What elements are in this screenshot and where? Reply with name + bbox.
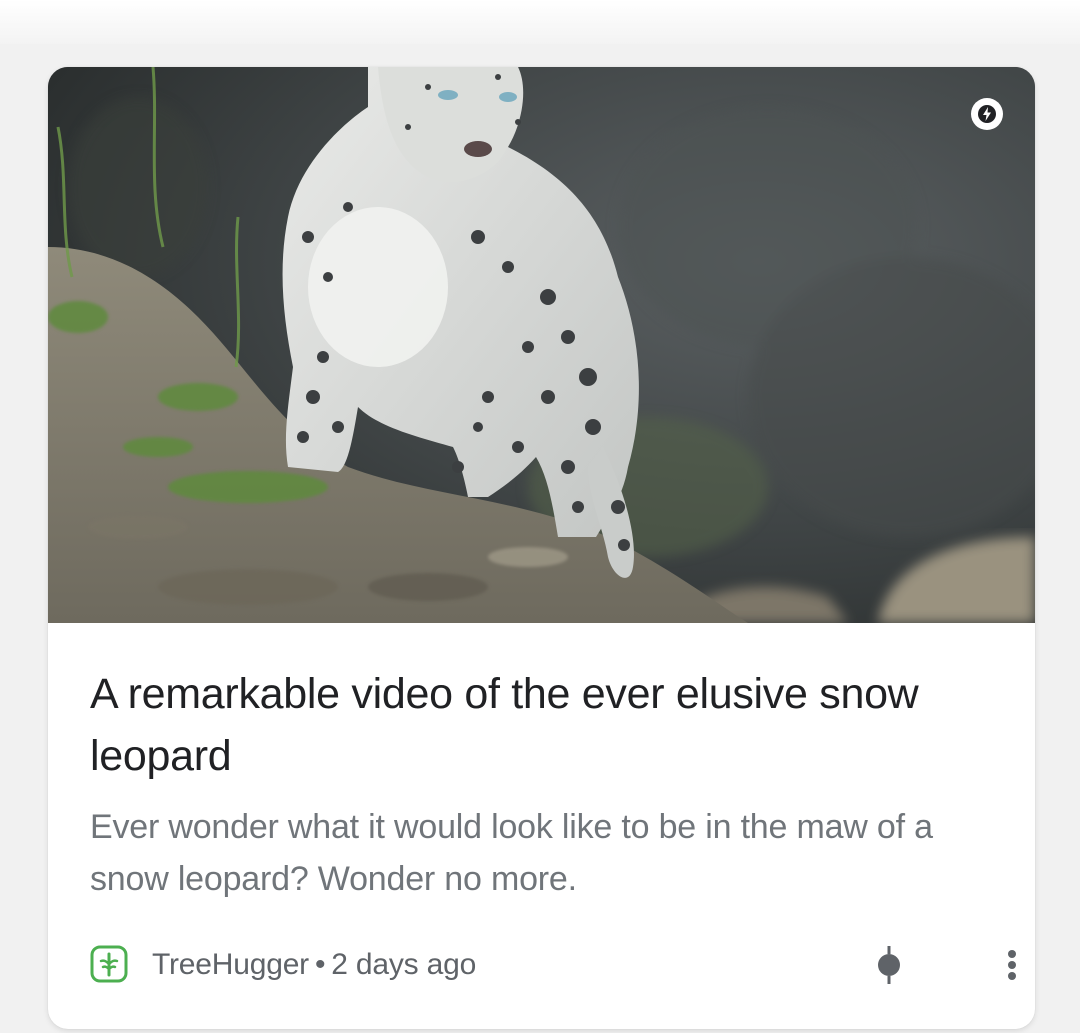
top-background [0,0,1080,44]
article-snippet: Ever wonder what it would look like to b… [90,808,933,898]
publish-time: 2 days ago [331,948,477,981]
lightning-bolt-icon [971,98,1003,130]
article-image[interactable] [48,67,1035,623]
treehugger-logo-icon [90,945,128,983]
pin-icon [878,946,900,984]
news-card[interactable]: A remarkable video of the ever elusive s… [48,67,1035,1029]
more-options-button[interactable] [998,943,1026,987]
more-vert-icon [1008,950,1016,980]
source-meta: TreeHugger • 2 days ago [152,943,476,987]
pin-button[interactable] [872,943,906,987]
article-meta: TreeHugger • 2 days ago [90,943,1016,987]
article-title[interactable]: A remarkable video of the ever elusive s… [90,663,970,787]
meta-separator: • [314,948,326,981]
source-name[interactable]: TreeHugger [152,948,309,981]
